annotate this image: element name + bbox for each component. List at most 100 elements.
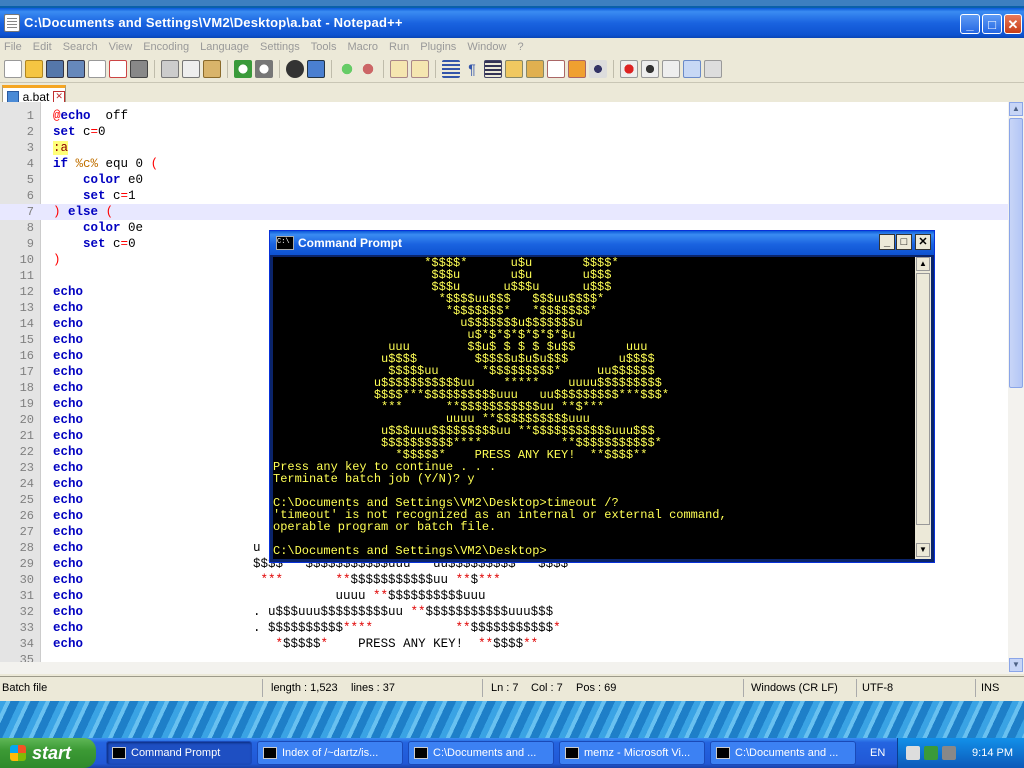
zoom-in-icon[interactable]: [338, 60, 356, 78]
open-file-icon[interactable]: [25, 60, 43, 78]
menu-file[interactable]: File: [4, 41, 22, 53]
taskbar-button[interactable]: Command Prompt: [106, 741, 252, 765]
code-line[interactable]: 31 echo uuuu **$$$$$$$$$$uuu: [0, 588, 1008, 604]
monitoring-icon[interactable]: [589, 60, 607, 78]
zoom-out-icon[interactable]: [359, 60, 377, 78]
taskbar-button[interactable]: C:\Documents and ...: [710, 741, 856, 765]
function-list-icon[interactable]: [547, 60, 565, 78]
menu-search[interactable]: Search: [63, 41, 98, 53]
code-line[interactable]: 33 echo . $$$$$$$$$$**** **$$$$$$$$$$$*: [0, 620, 1008, 636]
cmd-output[interactable]: *$$$$* u$u $$$$* $$$u u$u u$$$ $$$u u$$$…: [273, 257, 915, 559]
code-token: 0: [98, 125, 106, 139]
sync-vertical-icon[interactable]: [390, 60, 408, 78]
tab-close-icon[interactable]: ✕: [53, 90, 65, 103]
art-token: $$$$: [493, 637, 524, 651]
save-icon[interactable]: [46, 60, 64, 78]
indent-guide-icon[interactable]: [484, 60, 502, 78]
show-all-chars-icon[interactable]: ¶: [463, 60, 481, 78]
ascii-art-text: u: [253, 540, 261, 556]
minimize-button[interactable]: _: [960, 14, 980, 34]
word-wrap-icon[interactable]: [442, 60, 460, 78]
code-token: echo: [60, 109, 91, 123]
copy-icon[interactable]: [182, 60, 200, 78]
notepadpp-titlebar[interactable]: C:\Documents and Settings\VM2\Desktop\a.…: [0, 8, 1024, 38]
taskbar-button[interactable]: Index of /~dartz/is...: [257, 741, 403, 765]
record-macro-icon[interactable]: [620, 60, 638, 78]
status-bar: Batch file length : 1,523 lines : 37 Ln …: [0, 676, 1024, 701]
editor-vertical-scrollbar[interactable]: ▲ ▼: [1008, 102, 1024, 674]
hfs-icon[interactable]: [906, 746, 920, 760]
find-icon[interactable]: [286, 60, 304, 78]
scroll-down-arrow-icon[interactable]: ▼: [1009, 658, 1023, 672]
code-line[interactable]: 3:a: [0, 140, 1008, 156]
code-line[interactable]: 7) else (: [0, 204, 1008, 220]
code-text: set c=0: [53, 124, 106, 140]
menu-tools[interactable]: Tools: [311, 41, 337, 53]
menu-edit[interactable]: Edit: [33, 41, 52, 53]
menu-help[interactable]: ?: [517, 41, 523, 53]
new-file-icon[interactable]: [4, 60, 22, 78]
undo-icon[interactable]: [234, 60, 252, 78]
menu-language[interactable]: Language: [200, 41, 249, 53]
menu-encoding[interactable]: Encoding: [143, 41, 189, 53]
cmd-minimize-button[interactable]: _: [879, 234, 895, 250]
close-all-icon[interactable]: [109, 60, 127, 78]
code-token: c: [105, 189, 121, 203]
menu-view[interactable]: View: [109, 41, 133, 53]
code-token: echo: [53, 541, 84, 555]
cmd-scrollbar[interactable]: ▲ ▼: [915, 257, 931, 559]
volume-icon[interactable]: [942, 746, 956, 760]
editor-horizontal-scrollbar[interactable]: [0, 662, 1008, 674]
cmd-maximize-button[interactable]: □: [896, 234, 912, 250]
code-line[interactable]: 34 echo *$$$$$* PRESS ANY KEY! **$$$$**: [0, 636, 1008, 652]
menu-plugins[interactable]: Plugins: [420, 41, 456, 53]
code-token: (: [105, 205, 114, 219]
code-line[interactable]: 35: [0, 652, 1008, 662]
stop-macro-icon[interactable]: [641, 60, 659, 78]
cmd-scrollbar-thumb[interactable]: [916, 273, 930, 525]
menu-window[interactable]: Window: [467, 41, 506, 53]
menu-run[interactable]: Run: [389, 41, 409, 53]
code-line[interactable]: 30 echo *** **$$$$$$$$$$$uu **$***: [0, 572, 1008, 588]
code-token: echo: [53, 285, 84, 299]
taskbar-button[interactable]: C:\Documents and ...: [408, 741, 554, 765]
menu-settings[interactable]: Settings: [260, 41, 300, 53]
code-line[interactable]: 5 color e0: [0, 172, 1008, 188]
replace-icon[interactable]: [307, 60, 325, 78]
save-all-icon[interactable]: [67, 60, 85, 78]
paste-icon[interactable]: [203, 60, 221, 78]
cmd-scroll-up-icon[interactable]: ▲: [916, 257, 930, 271]
cmd-titlebar[interactable]: C:\ Command Prompt _ □ ✕: [270, 231, 934, 255]
cmd-close-button[interactable]: ✕: [915, 234, 931, 250]
save-macro-icon[interactable]: [704, 60, 722, 78]
redo-icon[interactable]: [255, 60, 273, 78]
code-line[interactable]: 4 if %c% equ 0 (: [0, 156, 1008, 172]
code-token: 0: [128, 237, 136, 251]
close-file-icon[interactable]: [88, 60, 106, 78]
play-multiple-icon[interactable]: [683, 60, 701, 78]
folder-workspace-icon[interactable]: [568, 60, 586, 78]
udl-icon[interactable]: [505, 60, 523, 78]
code-line[interactable]: 32 echo . u$$$uuu$$$$$$$$$uu **$$$$$$$$$$$…: [0, 604, 1008, 620]
cut-icon[interactable]: [161, 60, 179, 78]
close-button[interactable]: ✕: [1004, 14, 1022, 34]
play-macro-icon[interactable]: [662, 60, 680, 78]
code-line[interactable]: 6 set c=1: [0, 188, 1008, 204]
cmd-scroll-down-icon[interactable]: ▼: [916, 543, 930, 557]
status-length: length : 1,523: [271, 682, 338, 694]
network-icon[interactable]: [924, 746, 938, 760]
maximize-button[interactable]: □: [982, 14, 1002, 34]
taskbar-button[interactable]: memz - Microsoft Vi...: [559, 741, 705, 765]
start-button[interactable]: start: [0, 738, 96, 768]
code-line[interactable]: 2 set c=0: [0, 124, 1008, 140]
code-line[interactable]: 1 @echo off: [0, 108, 1008, 124]
scroll-up-arrow-icon[interactable]: ▲: [1009, 102, 1023, 116]
doc-map-icon[interactable]: [526, 60, 544, 78]
scrollbar-thumb[interactable]: [1009, 118, 1023, 388]
print-icon[interactable]: [130, 60, 148, 78]
sync-horizontal-icon[interactable]: [411, 60, 429, 78]
language-indicator[interactable]: EN: [870, 747, 885, 759]
menu-macro[interactable]: Macro: [347, 41, 378, 53]
status-divider: [743, 679, 744, 697]
